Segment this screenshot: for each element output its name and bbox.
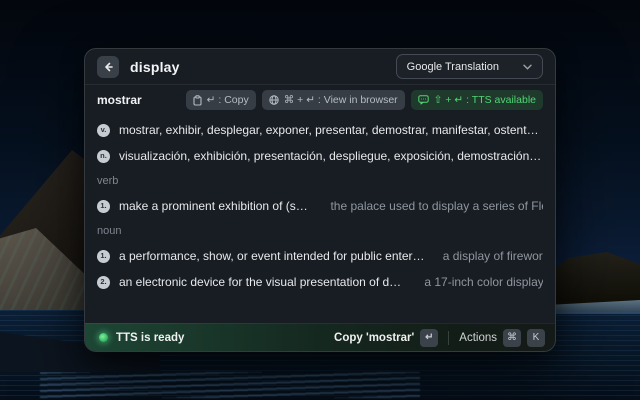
footer-divider (448, 331, 449, 345)
definition-text: make a prominent exhibition of (somethin… (119, 199, 313, 213)
footer-actions: Copy 'mostrar' ↵ Actions ⌘ K (334, 329, 545, 347)
query-row: mostrar ↵ : Copy ⌘ + ↵ : View in browser… (85, 85, 555, 115)
list-item-translation-verb[interactable]: v. mostrar, exhibir, desplegar, exponer,… (85, 117, 555, 143)
speech-bubble-icon (418, 95, 429, 105)
part-of-speech-badge: n. (97, 150, 110, 163)
actions-label: Actions (459, 332, 497, 344)
section-header-noun: noun (85, 219, 555, 243)
definition-number-badge: 2. (97, 276, 110, 289)
translation-window: display Google Translation mostrar ↵ : C… (84, 48, 556, 352)
definition-example: a display of fireworks (443, 249, 543, 263)
definition-number-badge: 1. (97, 250, 110, 263)
tts-ready-indicator-icon (99, 333, 108, 342)
back-button[interactable] (97, 56, 119, 78)
tts-status-text: TTS is ready (116, 332, 184, 344)
chevron-down-icon (523, 64, 532, 70)
results-list: v. mostrar, exhibir, desplegar, exponer,… (85, 115, 555, 323)
tts-available-label: ⇧ + ↵ : TTS available (434, 94, 536, 106)
copy-hint-pill[interactable]: ↵ : Copy (186, 90, 256, 110)
definition-text: an electronic device for the visual pres… (119, 275, 407, 289)
list-item-definition-verb-1[interactable]: 1. make a prominent exhibition of (somet… (85, 193, 555, 219)
section-header-verb: verb (85, 169, 555, 193)
globe-icon (269, 95, 279, 105)
list-item-definition-noun-1[interactable]: 1. a performance, show, or event intende… (85, 243, 555, 269)
query-text: mostrar (97, 93, 142, 107)
actions-button[interactable]: Actions ⌘ K (459, 329, 545, 347)
part-of-speech-badge: v. (97, 124, 110, 137)
page-title: display (130, 59, 180, 75)
list-item-translation-noun[interactable]: n. visualización, exhibición, presentaci… (85, 143, 555, 169)
definition-text: a performance, show, or event intended f… (119, 249, 426, 263)
definition-example: a 17-inch color display (424, 275, 543, 289)
status-bar: TTS is ready Copy 'mostrar' ↵ Actions ⌘ … (85, 323, 555, 351)
list-item-definition-noun-2[interactable]: 2. an electronic device for the visual p… (85, 269, 555, 295)
enter-keycap: ↵ (420, 329, 438, 347)
copy-mostrar-button[interactable]: Copy 'mostrar' ↵ (334, 329, 438, 347)
definition-example: the palace used to display a series of F… (330, 199, 543, 213)
translation-text: visualización, exhibición, presentación,… (119, 149, 543, 163)
command-keycap: ⌘ (503, 329, 521, 347)
translation-text: mostrar, exhibir, desplegar, exponer, pr… (119, 123, 543, 137)
provider-dropdown-value: Google Translation (407, 61, 499, 73)
back-arrow-icon (102, 61, 114, 73)
k-keycap: K (527, 329, 545, 347)
clipboard-icon (193, 95, 202, 106)
definition-number-badge: 1. (97, 200, 110, 213)
view-in-browser-pill[interactable]: ⌘ + ↵ : View in browser (262, 90, 405, 110)
copy-hint-label: ↵ : Copy (207, 94, 249, 106)
provider-dropdown[interactable]: Google Translation (396, 54, 543, 79)
tts-available-pill[interactable]: ⇧ + ↵ : TTS available (411, 90, 543, 110)
copy-mostrar-label: Copy 'mostrar' (334, 332, 414, 344)
window-header: display Google Translation (85, 49, 555, 85)
view-in-browser-label: ⌘ + ↵ : View in browser (284, 94, 398, 106)
